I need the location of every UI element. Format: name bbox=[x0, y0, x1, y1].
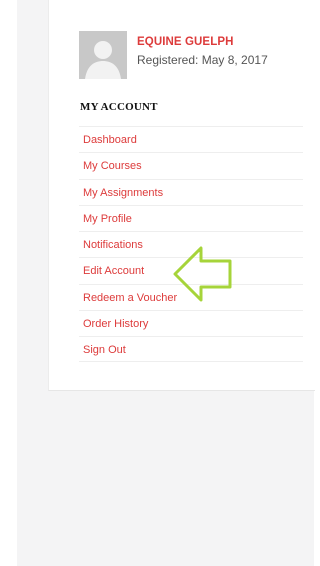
menu-item-sign-out[interactable]: Sign Out bbox=[79, 336, 303, 363]
left-arrow-icon bbox=[173, 246, 232, 302]
menu-item-my-courses[interactable]: My Courses bbox=[79, 152, 303, 178]
user-name-link[interactable]: EQUINE GUELPH bbox=[137, 36, 234, 48]
menu-item-my-assignments[interactable]: My Assignments bbox=[79, 178, 303, 205]
my-account-heading: MY ACCOUNT bbox=[80, 101, 158, 113]
menu-item-dashboard[interactable]: Dashboard bbox=[79, 126, 303, 152]
registered-date: Registered: May 8, 2017 bbox=[137, 53, 268, 67]
menu-item-order-history[interactable]: Order History bbox=[79, 309, 303, 336]
user-avatar-icon[interactable] bbox=[79, 31, 127, 79]
menu-item-my-profile[interactable]: My Profile bbox=[79, 204, 303, 231]
